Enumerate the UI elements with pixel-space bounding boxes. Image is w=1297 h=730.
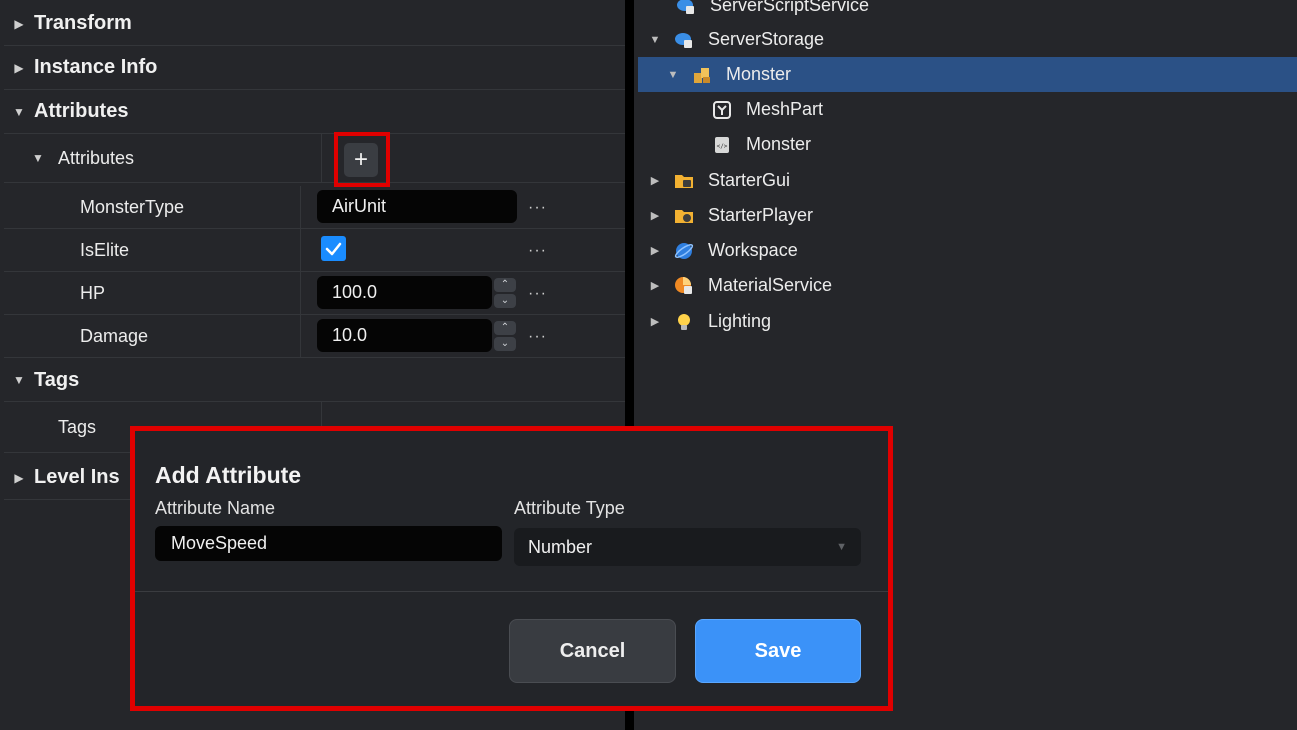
tree-item-materialservice[interactable]: ▶ MaterialService: [638, 268, 1297, 303]
tree-item-monster-script[interactable]: </> Monster: [638, 127, 1297, 162]
damage-value-input[interactable]: 10.0: [317, 319, 492, 352]
lighting-icon: [674, 312, 694, 332]
section-title: Instance Info: [34, 56, 158, 78]
checkmark-icon: [325, 242, 342, 256]
dialog-title: Add Attribute: [155, 462, 302, 488]
tree-item-label: Monster: [746, 134, 812, 154]
script-icon: </>: [712, 135, 732, 155]
attribute-type-select[interactable]: Number ▼: [514, 528, 861, 566]
more-options-icon[interactable]: ···: [528, 199, 547, 217]
section-title: Level Ins: [34, 466, 120, 488]
dialog-divider: [135, 591, 888, 592]
cancel-button[interactable]: Cancel: [509, 619, 676, 683]
expand-arrow-icon[interactable]: ▶: [644, 244, 666, 257]
meshpart-icon: [712, 100, 732, 120]
attribute-name: Damage: [80, 326, 149, 346]
collapse-arrow-icon[interactable]: ▼: [4, 373, 34, 387]
section-title: Transform: [34, 12, 132, 34]
collapse-arrow-icon[interactable]: ▼: [4, 105, 34, 119]
section-title: Attributes: [34, 100, 129, 122]
increment-icon[interactable]: ⌃: [494, 321, 516, 335]
attribute-name-input[interactable]: MoveSpeed: [155, 526, 502, 561]
attributes-group-row: ▼ Attributes: [4, 134, 625, 183]
collapse-arrow-icon[interactable]: ▼: [662, 69, 684, 81]
server-storage-icon: [674, 30, 694, 50]
hp-stepper[interactable]: ⌃ ⌄: [494, 278, 516, 308]
tree-item-lighting[interactable]: ▶ Lighting: [638, 304, 1297, 339]
tree-item-label: StarterPlayer: [708, 205, 814, 225]
tree-item-startergui[interactable]: ▶ StarterGui: [638, 163, 1297, 198]
attribute-name: HP: [80, 283, 106, 303]
tree-item-label: ServerScriptService: [710, 0, 870, 15]
attribute-name: IsElite: [80, 240, 130, 260]
tree-item-label: Lighting: [708, 311, 772, 331]
tags-label: Tags: [58, 417, 97, 437]
expand-arrow-icon[interactable]: ▶: [4, 61, 34, 75]
decrement-icon[interactable]: ⌄: [494, 337, 516, 351]
server-script-service-icon: [676, 0, 696, 16]
section-instance-info[interactable]: ▶ Instance Info: [4, 46, 625, 90]
decrement-icon[interactable]: ⌄: [494, 294, 516, 308]
attribute-type-label: Attribute Type: [514, 498, 625, 518]
tree-item-workspace[interactable]: ▶ Workspace: [638, 233, 1297, 268]
more-options-icon[interactable]: ···: [528, 285, 547, 303]
expand-arrow-icon[interactable]: ▶: [644, 279, 666, 292]
starter-player-icon: [674, 206, 694, 226]
attribute-name: MonsterType: [80, 197, 185, 217]
tree-item-monster-model[interactable]: ▼ Monster: [638, 57, 1297, 92]
material-service-icon: [674, 276, 694, 296]
tree-item-meshpart[interactable]: MeshPart: [638, 92, 1297, 127]
expand-arrow-icon[interactable]: ▶: [644, 209, 666, 222]
expand-arrow-icon[interactable]: ▶: [4, 17, 34, 31]
collapse-arrow-icon[interactable]: ▼: [32, 134, 44, 183]
section-transform[interactable]: ▶ Transform: [4, 2, 625, 46]
highlight-box: [334, 132, 390, 187]
tree-item-label: Monster: [726, 64, 792, 84]
attribute-name-label: Attribute Name: [155, 498, 276, 518]
tree-item-label: Workspace: [708, 240, 798, 260]
hp-value-input[interactable]: 100.0: [317, 276, 492, 309]
section-title: Tags: [34, 368, 80, 391]
tree-item-serverstorage[interactable]: ▼ ServerStorage: [638, 22, 1297, 57]
tree-item-label: MeshPart: [746, 99, 824, 119]
chevron-down-icon: ▼: [836, 541, 847, 553]
iselite-checkbox[interactable]: [321, 236, 346, 261]
expand-arrow-icon[interactable]: ▶: [4, 471, 34, 485]
save-button[interactable]: Save: [695, 619, 861, 683]
tree-item-label: StarterGui: [708, 170, 791, 190]
add-attribute-dialog: Add Attribute Attribute Name MoveSpeed A…: [130, 426, 893, 711]
more-options-icon[interactable]: ···: [528, 242, 547, 260]
damage-stepper[interactable]: ⌃ ⌄: [494, 321, 516, 351]
workspace-icon: [674, 241, 694, 261]
tree-item-serverscriptservice[interactable]: ServerScriptService: [638, 0, 1297, 23]
section-attributes[interactable]: ▼ Attributes: [4, 90, 625, 134]
expand-arrow-icon[interactable]: ▶: [644, 174, 666, 187]
svg-text:</>: </>: [717, 143, 728, 150]
section-tags[interactable]: ▼ Tags: [4, 359, 625, 402]
starter-gui-icon: [674, 171, 694, 191]
model-icon: [692, 65, 712, 85]
attributes-group-label: Attributes: [58, 148, 135, 168]
monstertype-value-input[interactable]: AirUnit: [317, 190, 517, 223]
more-options-icon[interactable]: ···: [528, 328, 547, 346]
attribute-type-value: Number: [528, 537, 593, 557]
tree-item-label: MaterialService: [708, 275, 833, 295]
collapse-arrow-icon[interactable]: ▼: [644, 34, 666, 46]
tree-item-label: ServerStorage: [708, 29, 825, 49]
increment-icon[interactable]: ⌃: [494, 278, 516, 292]
expand-arrow-icon[interactable]: ▶: [644, 315, 666, 328]
tree-item-starterplayer[interactable]: ▶ StarterPlayer: [638, 198, 1297, 233]
